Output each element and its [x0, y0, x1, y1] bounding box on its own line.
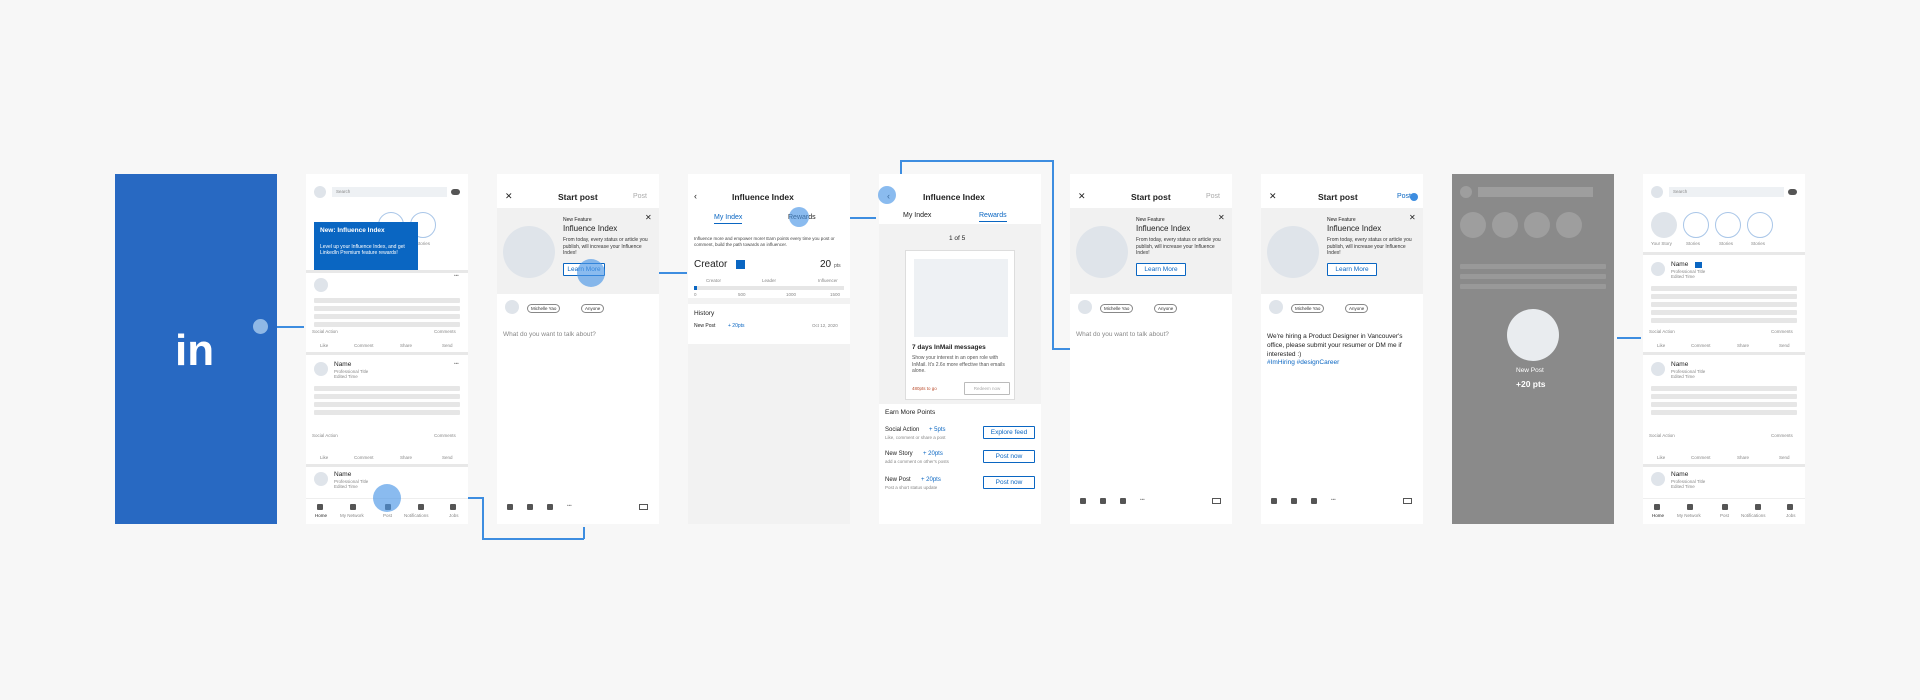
close-icon[interactable]: ✕	[1409, 214, 1416, 222]
explore-feed-button[interactable]: Explore feed	[983, 426, 1035, 439]
flow-line	[1052, 160, 1054, 348]
close-icon[interactable]: ✕	[645, 214, 652, 222]
like-button[interactable]: Like	[320, 343, 328, 349]
back-icon[interactable]: ‹	[694, 192, 697, 201]
share-button[interactable]: Share	[400, 343, 412, 349]
image-icon[interactable]	[547, 504, 553, 510]
splash-screen: in	[115, 174, 277, 524]
flow-line	[583, 527, 585, 539]
tap-post-button-highlight[interactable]	[1410, 193, 1418, 201]
success-circle	[1507, 309, 1559, 361]
flow-line	[1052, 348, 1070, 350]
tap-post-highlight[interactable]	[373, 484, 401, 512]
rewards-screen: ‹ Influence Index My Index Rewards 1 of …	[879, 174, 1041, 524]
flow-line	[482, 497, 484, 539]
flow-line	[900, 160, 1052, 162]
reward-card[interactable]: 7 days InMail messages Show your interes…	[905, 250, 1015, 400]
redeem-button[interactable]: Redeem now	[964, 382, 1010, 395]
post-now-button[interactable]: Post now	[983, 476, 1035, 489]
flow-line	[1617, 337, 1641, 339]
linkedin-logo: in	[175, 326, 215, 375]
video-icon[interactable]	[527, 504, 533, 510]
hotspot[interactable]	[253, 319, 268, 334]
final-feed-screen: Search Your Story Stories Stories Storie…	[1643, 174, 1805, 524]
tap-learn-more-highlight[interactable]	[577, 259, 605, 287]
tap-rewards-highlight[interactable]	[789, 207, 809, 227]
tap-back-highlight[interactable]	[878, 186, 896, 204]
influence-index-screen: ‹ Influence Index My Index Rewards Influ…	[688, 174, 850, 524]
start-post-screen: ✕ Start post Post New Feature Influence …	[497, 174, 659, 524]
post-button[interactable]: Post	[1397, 193, 1411, 200]
bell-icon[interactable]	[418, 504, 424, 510]
tab-my-index[interactable]: My Index	[714, 214, 743, 224]
close-icon[interactable]: ✕	[1269, 192, 1277, 201]
flow-line	[482, 538, 584, 540]
close-icon[interactable]: ✕	[1078, 192, 1086, 201]
jobs-icon[interactable]	[450, 504, 456, 510]
home-icon[interactable]	[317, 504, 323, 510]
your-story[interactable]	[1651, 212, 1677, 238]
camera-icon[interactable]	[507, 504, 513, 510]
keyboard-icon[interactable]	[639, 504, 648, 510]
start-post-screen-2: ✕ Start post Post New Feature Influence …	[1070, 174, 1232, 524]
post-success-screen: New Post +20 pts	[1452, 174, 1614, 524]
close-icon[interactable]: ✕	[1218, 214, 1225, 222]
tooltip: New: Influence Index Level up your Influ…	[314, 222, 418, 270]
feed-screen: Search Stories New: Influence Index Leve…	[306, 174, 468, 524]
avatar[interactable]	[314, 186, 326, 198]
composed-post-screen: ✕ Start post Post New Feature Influence …	[1261, 174, 1423, 524]
messaging-icon[interactable]	[451, 189, 460, 195]
close-icon[interactable]: ✕	[505, 192, 513, 201]
network-icon[interactable]	[350, 504, 356, 510]
progress-bar	[694, 286, 844, 290]
send-button[interactable]: Send	[442, 343, 453, 349]
feature-card: New Feature Influence Index From today, …	[497, 208, 659, 294]
comment-button[interactable]: Comment	[354, 343, 374, 349]
post-now-button[interactable]: Post now	[983, 450, 1035, 463]
